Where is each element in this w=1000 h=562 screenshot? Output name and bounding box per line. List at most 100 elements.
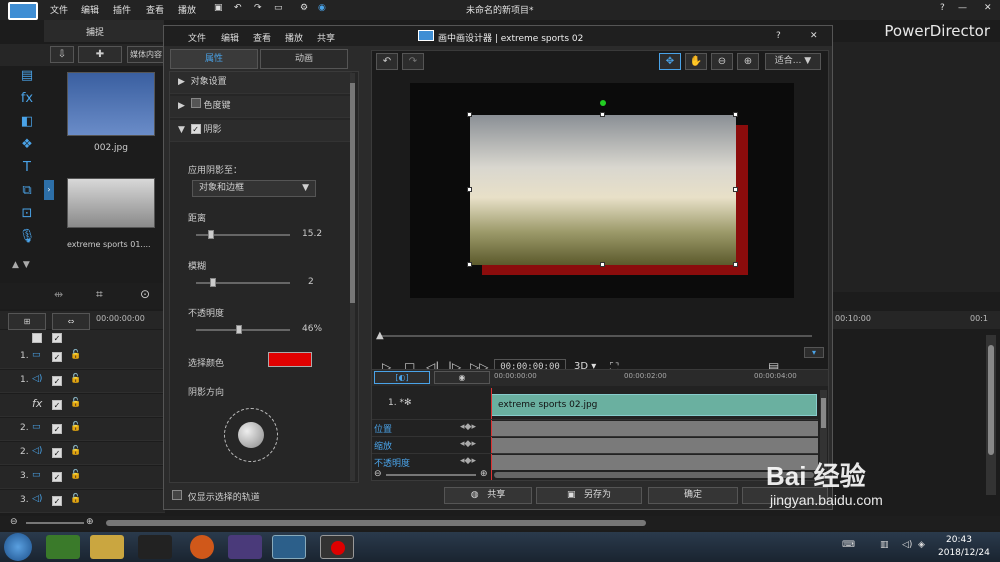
split-icon[interactable]: ⇹	[54, 288, 63, 301]
powerdirector-taskbar-icon[interactable]	[272, 535, 306, 559]
pip-icon[interactable]: ◧	[14, 114, 40, 137]
kf-zoom-slider[interactable]	[386, 474, 476, 476]
save-icon[interactable]: ▣	[214, 3, 223, 13]
dlg-menu-edit[interactable]: 编辑	[221, 31, 239, 44]
tab-properties[interactable]: 属性	[170, 49, 258, 69]
preview-scrub-bar[interactable]: ▲	[376, 330, 812, 341]
menu-view[interactable]: 查看	[146, 3, 164, 16]
scroll-arrows[interactable]: ▲ ▼	[12, 260, 40, 272]
particle-icon[interactable]: ❖	[14, 137, 40, 160]
shadow-color-swatch[interactable]	[268, 352, 312, 367]
undo-icon[interactable]: ↶	[234, 3, 242, 13]
account-icon[interactable]: ◉	[318, 3, 326, 13]
dlg-close-button[interactable]: ✕	[810, 31, 818, 41]
clock-time[interactable]: 20:43	[946, 535, 972, 545]
dlg-help-icon[interactable]: ?	[776, 31, 781, 41]
zoom-in-icon[interactable]: ⊕	[480, 469, 488, 479]
title-icon[interactable]: T	[14, 160, 40, 183]
subtitle-icon[interactable]: ⊡	[14, 206, 40, 229]
fit-timeline-icon[interactable]: ⇔	[52, 313, 90, 330]
fit-select[interactable]: 适合... ▼	[765, 53, 821, 70]
shadow-checkbox[interactable]: ✓	[190, 124, 201, 134]
media-room-icon[interactable]: ▤	[14, 68, 40, 91]
track-row[interactable]: 3. ▭ ✓ 🔓	[0, 466, 165, 489]
arrow-up-icon[interactable]: ▲	[12, 260, 19, 270]
minimize-button[interactable]: —	[958, 3, 967, 13]
dlg-menu-play[interactable]: 播放	[285, 31, 303, 44]
redo-icon[interactable]: ↷	[402, 53, 424, 70]
zoom-out-icon[interactable]: ⊖	[10, 517, 18, 527]
resize-handle[interactable]	[467, 262, 472, 267]
resize-handle[interactable]	[733, 112, 738, 117]
menu-plugins[interactable]: 插件	[113, 3, 131, 16]
transition-icon[interactable]: ⧉	[14, 183, 40, 206]
track-row[interactable]: 2. ◁) ✓ 🔓	[0, 442, 165, 465]
kf-clip[interactable]: extreme sports 02.jpg	[491, 394, 817, 416]
all-tracks-checkbox[interactable]	[32, 333, 42, 343]
zoom-in-icon[interactable]: ⊕	[737, 53, 759, 70]
qq-icon[interactable]	[138, 535, 172, 559]
menu-file[interactable]: 文件	[50, 3, 68, 16]
zoom-out-icon[interactable]: ⊖	[374, 469, 382, 479]
section-chroma-key[interactable]: ▶ 色度键	[170, 96, 352, 118]
track-row[interactable]: fx ✓ 🔓	[0, 394, 165, 417]
arrow-down-icon[interactable]: ▼	[23, 260, 30, 270]
crop-icon[interactable]: ⌗	[96, 287, 103, 302]
distance-slider[interactable]	[196, 230, 290, 239]
zoom-slider[interactable]	[26, 522, 84, 524]
kf-add-icon[interactable]: ◉	[434, 371, 490, 384]
pip-object-photo[interactable]	[470, 115, 736, 265]
opacity-slider[interactable]	[196, 325, 290, 334]
media-thumb-sports[interactable]	[67, 178, 155, 228]
track-row[interactable]: 2. ▭ ✓ 🔓	[0, 418, 165, 441]
media-player-icon[interactable]	[228, 535, 262, 559]
track-row[interactable]: 3. ◁) ✓ 🔓	[0, 490, 165, 513]
section-shadow[interactable]: ▼ ✓ 阴影	[170, 120, 352, 142]
network-icon[interactable]: ▥	[880, 540, 889, 550]
hand-pan-icon[interactable]: ✋	[685, 53, 707, 70]
resize-handle[interactable]	[733, 262, 738, 267]
track-row[interactable]: 1. ◁) ✓ 🔓	[0, 370, 165, 393]
media-tab[interactable]: 媒体内容	[127, 46, 165, 63]
section-object-settings[interactable]: ▶ 对象设置	[170, 72, 352, 94]
dlg-menu-file[interactable]: 文件	[188, 31, 206, 44]
file-explorer-icon[interactable]	[90, 535, 124, 559]
properties-scrollbar[interactable]	[350, 73, 355, 481]
timeline-scrollbar[interactable]	[986, 335, 996, 495]
tray-icon[interactable]: ◈	[918, 540, 925, 550]
horizontal-scrollbar[interactable]	[106, 520, 646, 526]
zoom-out-icon[interactable]: ⊖	[711, 53, 733, 70]
dlg-menu-view[interactable]: 查看	[253, 31, 271, 44]
firefox-icon[interactable]	[190, 535, 214, 559]
ok-button[interactable]: 确定	[648, 487, 738, 504]
resize-handle[interactable]	[600, 262, 605, 267]
apply-shadow-select[interactable]: 对象和边框 ▼	[192, 180, 316, 197]
direction-dial[interactable]	[224, 408, 278, 462]
all-tracks-checkbox[interactable]: ✓	[52, 333, 62, 343]
media-thumb-fish[interactable]	[67, 72, 155, 136]
tab-animation[interactable]: 动画	[260, 49, 348, 69]
recorder-icon[interactable]	[320, 535, 354, 559]
expand-panel-button[interactable]: ›	[44, 180, 54, 200]
menu-play[interactable]: 播放	[178, 3, 196, 16]
direction-knob[interactable]	[238, 422, 264, 448]
only-selected-option[interactable]: 仅显示选择的轨道	[172, 490, 352, 504]
start-button-icon[interactable]	[4, 533, 32, 561]
volume-icon[interactable]: ◁)	[902, 540, 912, 550]
aspect-icon[interactable]: ▭	[274, 3, 283, 13]
fx-icon[interactable]: fx	[14, 91, 40, 114]
blur-slider[interactable]	[196, 278, 290, 287]
rotate-handle[interactable]	[600, 100, 606, 106]
dlg-menu-share[interactable]: 共享	[317, 31, 335, 44]
import-icon[interactable]: ⇩	[50, 46, 74, 63]
chroma-checkbox[interactable]	[190, 98, 201, 108]
capture-tab[interactable]: 捕捉	[86, 25, 104, 38]
clock-icon[interactable]: ⊙	[140, 287, 150, 301]
kf-track-toggle-icon[interactable]: [◐]	[374, 371, 430, 384]
resize-handle[interactable]	[467, 187, 472, 192]
save-as-button[interactable]: ▣ 另存为	[536, 487, 642, 504]
redo-icon[interactable]: ↷	[254, 3, 262, 13]
resize-handle[interactable]	[467, 112, 472, 117]
track-manager-icon[interactable]: ⊞	[8, 313, 46, 330]
browser-360-icon[interactable]	[46, 535, 80, 559]
